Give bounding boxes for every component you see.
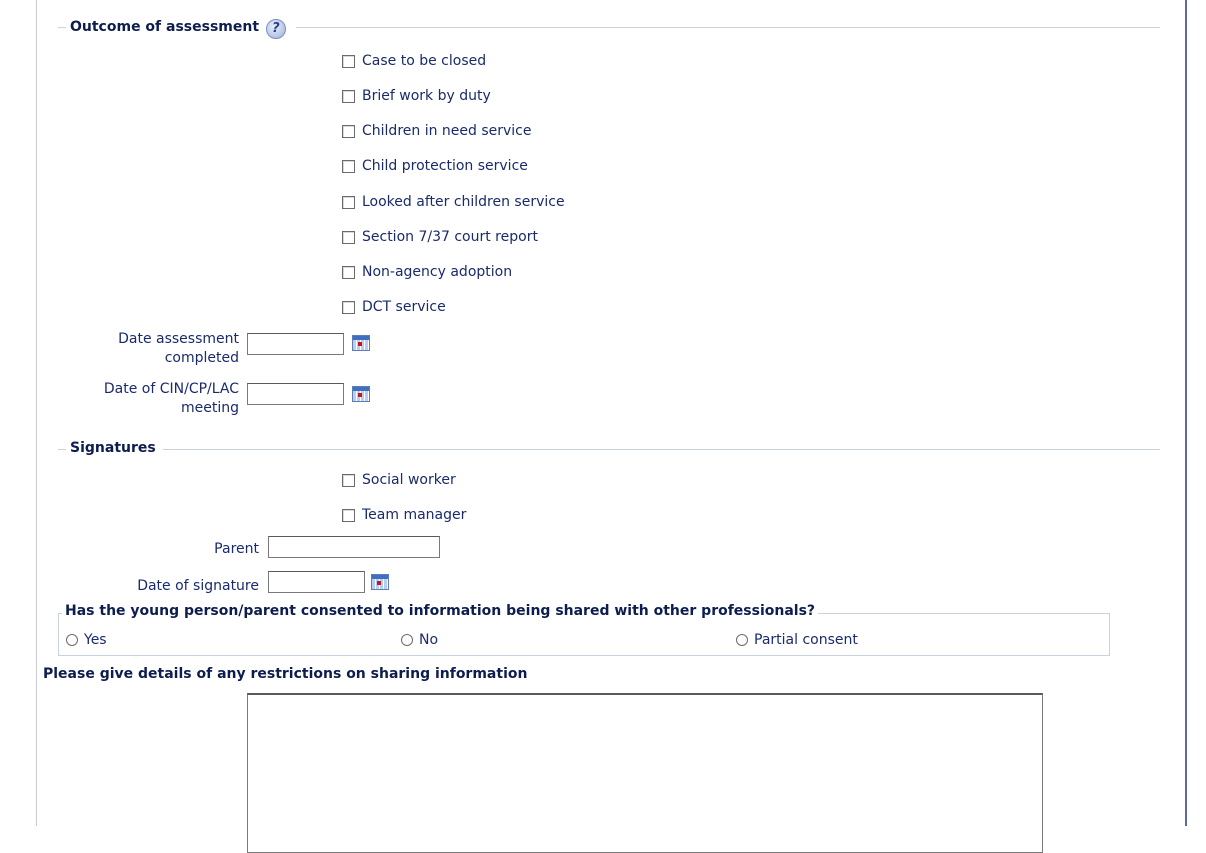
checkbox-team-manager[interactable]: Team manager [342, 505, 466, 525]
radio-consent-no[interactable]: No [401, 630, 438, 650]
radio-label: No [419, 632, 439, 648]
form-right-border [1185, 0, 1187, 826]
date-assessment-completed-input[interactable] [247, 333, 344, 355]
consent-question: Has the young person/parent consented to… [62, 603, 819, 619]
checkbox-label: Child protection service [362, 158, 528, 174]
radio-button[interactable] [736, 634, 748, 646]
calendar-icon[interactable] [352, 386, 370, 402]
checkbox-box[interactable] [342, 508, 355, 522]
checkbox-brief-work-by-duty[interactable]: Brief work by duty [342, 86, 491, 106]
label-line: completed [164, 350, 239, 366]
restrictions-textarea[interactable] [247, 693, 1043, 853]
checkbox-social-worker[interactable]: Social worker [342, 470, 456, 490]
radio-label: Partial consent [754, 632, 858, 648]
outcome-legend-rule-left [58, 27, 66, 28]
checkbox-box[interactable] [342, 300, 355, 314]
date-of-signature-input[interactable] [268, 571, 365, 593]
label-line: meeting [180, 400, 239, 416]
checkbox-label: Team manager [362, 507, 467, 523]
checkbox-box[interactable] [342, 159, 355, 173]
date-of-meeting-label: Date of CIN/CP/LAC meeting [40, 380, 239, 418]
checkbox-label: Children in need service [362, 123, 532, 139]
parent-label: Parent [214, 541, 259, 557]
signatures-legend-rule-right [163, 449, 1160, 450]
radio-button[interactable] [401, 634, 413, 646]
date-of-meeting-input[interactable] [247, 383, 344, 405]
outcome-legend-text: Outcome of assessment [70, 19, 260, 35]
checkbox-label: Non-agency adoption [362, 264, 513, 280]
checkbox-children-in-need-service[interactable]: Children in need service [342, 121, 532, 141]
checkbox-box[interactable] [342, 89, 355, 103]
restrictions-heading: Please give details of any restrictions … [43, 666, 528, 682]
checkbox-case-to-be-closed[interactable]: Case to be closed [342, 51, 486, 71]
checkbox-dct-service[interactable]: DCT service [342, 297, 446, 317]
checkbox-child-protection-service[interactable]: Child protection service [342, 156, 528, 176]
checkbox-box[interactable] [342, 124, 355, 138]
radio-consent-partial[interactable]: Partial consent [736, 630, 858, 650]
checkbox-looked-after-children-service[interactable]: Looked after children service [342, 192, 565, 212]
checkbox-label: Looked after children service [362, 194, 565, 210]
checkbox-box[interactable] [342, 473, 355, 487]
checkbox-box[interactable] [342, 195, 355, 209]
date-assessment-completed-label: Date assessment completed [40, 330, 239, 368]
calendar-icon[interactable] [352, 335, 370, 351]
label-line: Date assessment [118, 331, 239, 347]
outcome-legend: Outcome of assessment ? [66, 19, 290, 39]
checkbox-label: DCT service [362, 299, 446, 315]
checkbox-non-agency-adoption[interactable]: Non-agency adoption [342, 262, 512, 282]
checkbox-label: Section 7/37 court report [362, 229, 538, 245]
checkbox-label: Social worker [362, 472, 456, 488]
calendar-icon[interactable] [371, 574, 389, 590]
outcome-legend-rule-right [296, 27, 1160, 28]
form-left-border [36, 0, 37, 826]
checkbox-box[interactable] [342, 265, 355, 279]
radio-button[interactable] [66, 634, 78, 646]
date-of-signature-label: Date of signature [137, 578, 259, 594]
radio-consent-yes[interactable]: Yes [66, 630, 107, 650]
radio-label: Yes [84, 632, 107, 648]
checkbox-box[interactable] [342, 230, 355, 244]
checkbox-label: Brief work by duty [362, 88, 491, 104]
signatures-legend: Signatures [66, 440, 160, 456]
checkbox-box[interactable] [342, 54, 355, 68]
checkbox-section-7-37-court-report[interactable]: Section 7/37 court report [342, 227, 538, 247]
checkbox-label: Case to be closed [362, 53, 487, 69]
help-question-icon[interactable]: ? [265, 19, 286, 39]
consent-fieldset [58, 613, 1110, 656]
label-line: Date of CIN/CP/LAC [103, 381, 239, 397]
parent-input[interactable] [268, 536, 440, 558]
signatures-legend-rule-left [58, 449, 66, 450]
